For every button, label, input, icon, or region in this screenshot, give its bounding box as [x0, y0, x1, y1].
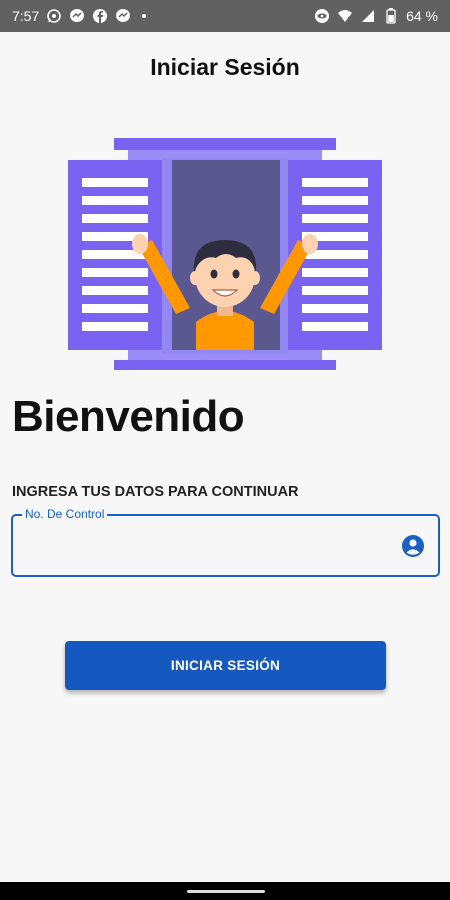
facebook-icon — [92, 8, 108, 24]
login-button[interactable]: INICIAR SESIÓN — [65, 641, 386, 690]
messenger-icon — [69, 8, 85, 24]
wifi-icon — [337, 8, 353, 24]
battery-icon — [383, 8, 399, 24]
person-in-window-illustration — [68, 138, 382, 370]
more-notifications-dot-icon — [142, 14, 147, 18]
control-number-label: No. De Control — [22, 507, 108, 521]
home-gesture-handle[interactable] — [187, 890, 265, 893]
whatsapp-icon — [46, 8, 62, 24]
subtitle: INGRESA TUS DATOS PARA CONTINUAR — [12, 484, 299, 500]
control-number-input[interactable] — [25, 530, 399, 562]
navigation-bar — [0, 882, 450, 900]
battery-percent: 64 % — [406, 8, 438, 24]
signal-icon — [360, 8, 376, 24]
account-circle-icon — [402, 535, 424, 557]
page-title: Iniciar Sesión — [150, 54, 300, 80]
status-bar: 7:57 64 % — [0, 0, 450, 32]
messenger-icon — [115, 8, 131, 24]
control-number-field[interactable]: No. De Control — [11, 507, 440, 577]
eye-icon — [314, 8, 330, 24]
welcome-heading: Bienvenido — [12, 392, 245, 441]
status-time: 7:57 — [12, 8, 40, 24]
